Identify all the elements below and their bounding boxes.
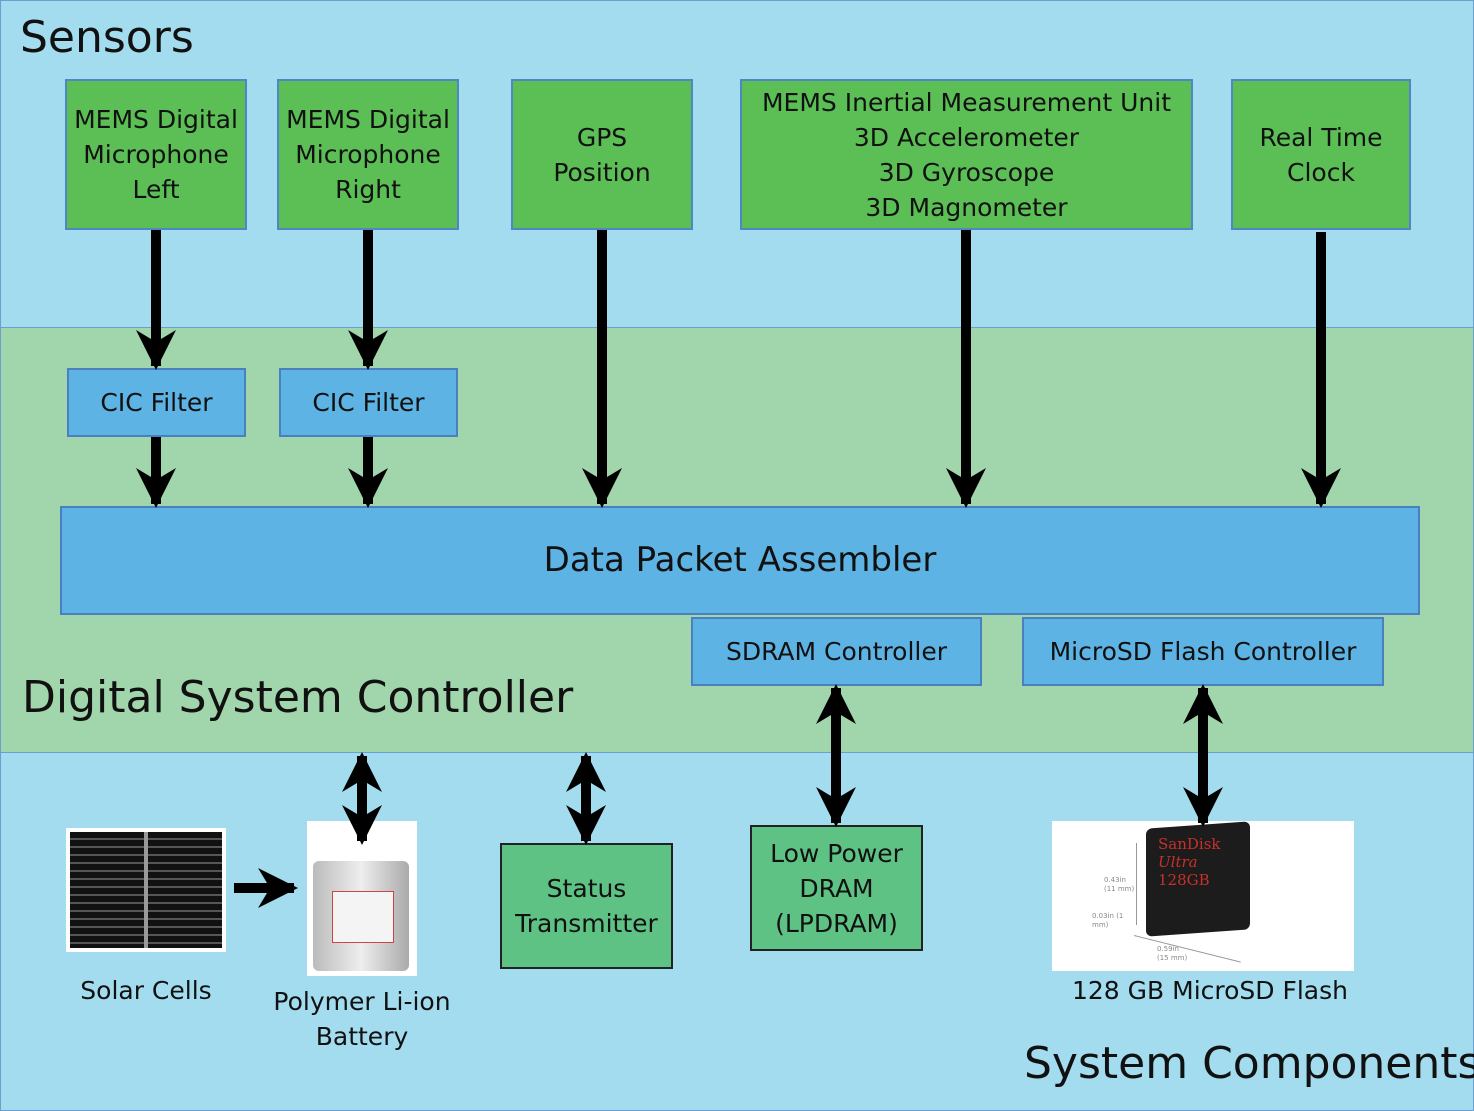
arrows-layer <box>136 230 1341 908</box>
